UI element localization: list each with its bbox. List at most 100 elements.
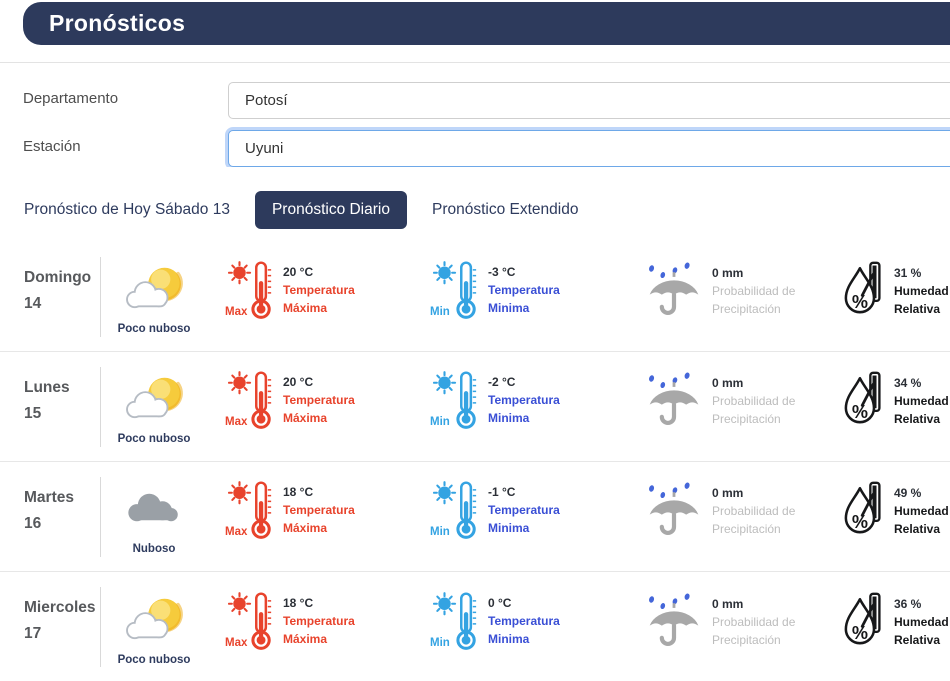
day-cell: Domingo 14 bbox=[24, 265, 100, 316]
vertical-divider bbox=[100, 366, 101, 447]
min-label: Minima bbox=[488, 521, 530, 535]
humidity-metric: 36 % Humedad Relativa bbox=[843, 592, 950, 655]
vertical-divider bbox=[100, 587, 101, 667]
temp-max-metric: Max 18 °C Temperatura Máxima bbox=[203, 480, 433, 545]
humidity-value: 31 % bbox=[894, 266, 922, 280]
condition-label: Poco nuboso bbox=[117, 433, 191, 445]
humidity-label-2: Relativa bbox=[894, 412, 941, 426]
humidity-label-2: Relativa bbox=[894, 302, 941, 316]
max-label: Máxima bbox=[283, 521, 328, 535]
precipitation-metric: 0 mm Probabilidad de Precipitación bbox=[645, 261, 843, 324]
station-label: Estación bbox=[23, 138, 81, 155]
humidity-value: 49 % bbox=[894, 486, 922, 500]
weather-condition-icon bbox=[118, 260, 190, 314]
temp-max-value: 18 °C bbox=[283, 485, 314, 499]
precip-label-2: Precipitación bbox=[712, 522, 781, 536]
forecast-tabs: Pronóstico de Hoy Sábado 13 Pronóstico D… bbox=[0, 191, 950, 229]
weather-condition-icon bbox=[118, 370, 190, 424]
umbrella-rain-icon bbox=[645, 481, 703, 544]
humidity-metric: 34 % Humedad Relativa bbox=[843, 371, 950, 434]
humidity-droplet-icon bbox=[843, 481, 885, 544]
max-badge: Max bbox=[225, 526, 248, 538]
precip-label-1: Probabilidad de bbox=[712, 394, 796, 408]
temp-max-value: 18 °C bbox=[283, 595, 314, 610]
temp-max-metric: Max 18 °C Temperatura Máxima bbox=[203, 591, 433, 656]
humidity-label-2: Relativa bbox=[894, 632, 941, 647]
min-label: Minima bbox=[488, 631, 530, 646]
tab-extended-forecast[interactable]: Pronóstico Extendido bbox=[432, 201, 578, 219]
temp-min-value: -1 °C bbox=[488, 485, 516, 499]
humidity-value: 34 % bbox=[894, 376, 922, 390]
precipitation-metric: 0 mm Probabilidad de Precipitación bbox=[645, 371, 843, 434]
umbrella-rain-icon bbox=[645, 371, 703, 434]
humidity-label-1: Humedad bbox=[894, 284, 949, 298]
forecast-row-lunes: Lunes 15 Poco nuboso Max 20 °C Temperatu… bbox=[0, 352, 950, 462]
station-select[interactable] bbox=[228, 130, 950, 167]
thermometer-min-icon: Min bbox=[430, 260, 479, 325]
day-name: Martes bbox=[24, 488, 74, 506]
thermometer-max-icon: Max bbox=[225, 260, 274, 325]
temp-min-value: 0 °C bbox=[488, 595, 512, 610]
temp-min-metric: Min -3 °C Temperatura Minima bbox=[430, 260, 645, 325]
day-cell: Lunes 15 bbox=[24, 375, 100, 426]
page-header: Pronósticos bbox=[23, 2, 950, 45]
forecast-row-domingo: Domingo 14 Poco nuboso Max 20 °C Tempera… bbox=[0, 242, 950, 352]
temp-max-value: 20 °C bbox=[283, 375, 314, 389]
temp-label: Temperatura bbox=[488, 393, 560, 407]
temp-max-metric: Max 20 °C Temperatura Máxima bbox=[203, 260, 433, 325]
department-select[interactable] bbox=[228, 82, 950, 119]
temp-min-metric: Min -2 °C Temperatura Minima bbox=[430, 370, 645, 435]
humidity-label-1: Humedad bbox=[894, 504, 949, 518]
temp-label: Temperatura bbox=[488, 613, 560, 628]
thermometer-min-icon: Min bbox=[430, 591, 479, 656]
cloud-icon bbox=[123, 488, 185, 526]
min-badge: Min bbox=[430, 416, 450, 428]
precipitation-value: 0 mm bbox=[712, 596, 744, 611]
weather-cell: Poco nuboso bbox=[105, 370, 203, 445]
precip-label-2: Precipitación bbox=[712, 302, 781, 316]
precipitation-metric: 0 mm Probabilidad de Precipitación bbox=[645, 592, 843, 655]
temp-label: Temperatura bbox=[488, 283, 560, 297]
max-badge: Max bbox=[225, 306, 248, 318]
precip-label-1: Probabilidad de bbox=[712, 614, 796, 629]
condition-label: Nuboso bbox=[132, 543, 176, 555]
min-label: Minima bbox=[488, 411, 530, 425]
max-label: Máxima bbox=[283, 301, 328, 315]
min-label: Minima bbox=[488, 301, 530, 315]
umbrella-rain-icon bbox=[645, 261, 703, 324]
precipitation-value: 0 mm bbox=[712, 486, 744, 500]
weather-condition-icon bbox=[118, 591, 190, 645]
weather-cell: Poco nuboso bbox=[105, 591, 203, 666]
weather-cell: Nuboso bbox=[105, 480, 203, 555]
tab-today-forecast[interactable]: Pronóstico de Hoy Sábado 13 bbox=[24, 201, 230, 219]
sun-cloud-icon bbox=[118, 592, 190, 644]
day-cell: Martes 16 bbox=[24, 485, 100, 536]
max-badge: Max bbox=[225, 636, 248, 649]
tab-daily-forecast[interactable]: Pronóstico Diario bbox=[254, 191, 407, 229]
page-title: Pronósticos bbox=[49, 10, 186, 36]
temp-max-value: 20 °C bbox=[283, 265, 314, 279]
precipitation-value: 0 mm bbox=[712, 376, 744, 390]
umbrella-rain-icon bbox=[645, 592, 703, 655]
max-badge: Max bbox=[225, 416, 248, 428]
vertical-divider bbox=[100, 476, 101, 557]
sun-cloud-icon bbox=[118, 261, 190, 313]
thermometer-min-icon: Min bbox=[430, 480, 479, 545]
temp-label: Temperatura bbox=[488, 503, 560, 517]
temp-min-value: -2 °C bbox=[488, 375, 516, 389]
day-cell: Miercoles 17 bbox=[24, 595, 100, 646]
thermometer-max-icon: Max bbox=[225, 591, 274, 656]
precip-label-2: Precipitación bbox=[712, 412, 781, 426]
sun-cloud-icon bbox=[118, 371, 190, 423]
min-badge: Min bbox=[430, 636, 450, 649]
temp-min-value: -3 °C bbox=[488, 265, 516, 279]
humidity-metric: 49 % Humedad Relativa bbox=[843, 481, 950, 544]
condition-label: Poco nuboso bbox=[117, 653, 191, 666]
temp-label: Temperatura bbox=[283, 393, 355, 407]
day-number: 14 bbox=[24, 294, 42, 312]
max-label: Máxima bbox=[283, 631, 328, 646]
day-name: Miercoles bbox=[24, 599, 96, 617]
day-number: 15 bbox=[24, 404, 42, 422]
day-number: 16 bbox=[24, 514, 42, 532]
precip-label-2: Precipitación bbox=[712, 632, 781, 647]
